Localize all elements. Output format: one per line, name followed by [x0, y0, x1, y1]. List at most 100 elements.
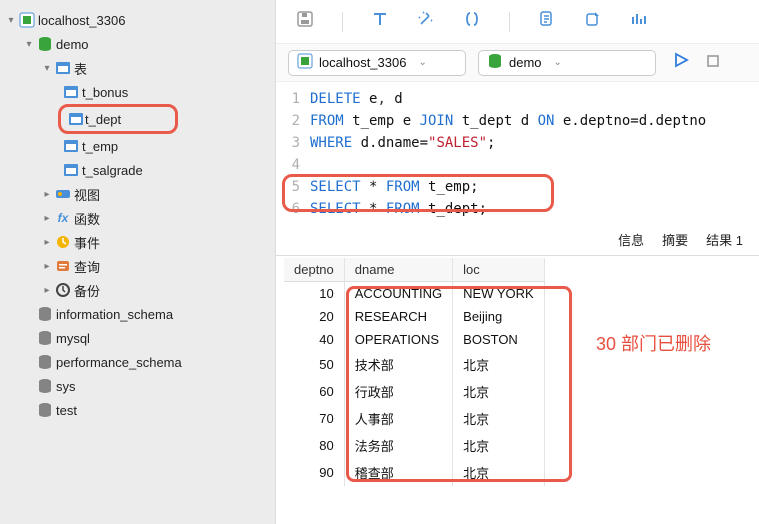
table-cell[interactable]: 稽查部 — [344, 459, 452, 486]
editor-toolbar — [276, 0, 759, 44]
text-tool-icon[interactable] — [371, 10, 389, 33]
code-text: DELETE e, d — [310, 88, 403, 110]
column-header[interactable]: deptno — [284, 258, 344, 282]
tables-folder[interactable]: ▾ 表 — [0, 56, 275, 80]
run-button[interactable] — [672, 51, 690, 74]
table-cell[interactable]: OPERATIONS — [344, 328, 452, 351]
code-line[interactable]: 4 — [276, 154, 759, 176]
connection-select[interactable]: localhost_3306 ⌄ — [288, 50, 466, 76]
table-cell[interactable]: 行政部 — [344, 378, 452, 405]
database-label: mysql — [56, 331, 90, 346]
chevron-right-icon: ▸ — [40, 237, 54, 248]
database-node[interactable]: mysql — [0, 326, 275, 350]
table-item[interactable]: t_bonus — [0, 80, 275, 104]
chevron-right-icon: ▸ — [40, 189, 54, 200]
table-cell[interactable]: NEW YORK — [453, 282, 545, 306]
table-row[interactable]: 50技术部北京 — [284, 351, 544, 378]
export-icon[interactable] — [584, 10, 602, 33]
table-icon — [62, 84, 80, 100]
table-cell[interactable]: Beijing — [453, 305, 545, 328]
chevron-down-icon: ⌄ — [554, 57, 562, 68]
table-row[interactable]: 20RESEARCHBeijing — [284, 305, 544, 328]
chart-icon[interactable] — [630, 10, 648, 33]
table-cell[interactable]: 北京 — [453, 459, 545, 486]
column-header[interactable]: loc — [453, 258, 545, 282]
table-header-row: deptnodnameloc — [284, 258, 544, 282]
chevron-right-icon: ▸ — [40, 285, 54, 296]
database-label: demo — [56, 37, 89, 52]
database-node[interactable]: ▾ demo — [0, 32, 275, 56]
database-icon — [36, 36, 54, 52]
tab-summary[interactable]: 摘要 — [662, 230, 688, 249]
table-cell[interactable]: 70 — [284, 405, 344, 432]
save-icon[interactable] — [296, 10, 314, 33]
tables-label: 表 — [74, 59, 87, 78]
table-row[interactable]: 70人事部北京 — [284, 405, 544, 432]
table-item-selected[interactable]: t_dept — [58, 104, 178, 134]
connection-node[interactable]: ▾ localhost_3306 — [0, 8, 275, 32]
sql-editor[interactable]: 1DELETE e, d2FROM t_emp e JOIN t_dept d … — [276, 82, 759, 220]
tab-result[interactable]: 结果 1 — [706, 230, 743, 249]
database-select-value: demo — [509, 55, 542, 70]
table-cell[interactable]: 20 — [284, 305, 344, 328]
table-cell[interactable]: 北京 — [453, 351, 545, 378]
brackets-icon[interactable] — [463, 10, 481, 33]
code-text: SELECT * FROM t_emp; — [310, 176, 479, 198]
table-row[interactable]: 10ACCOUNTINGNEW YORK — [284, 282, 544, 306]
table-cell[interactable]: 北京 — [453, 378, 545, 405]
table-cell[interactable]: 80 — [284, 432, 344, 459]
code-line[interactable]: 6SELECT * FROM t_dept; — [276, 198, 759, 220]
code-line[interactable]: 2FROM t_emp e JOIN t_dept d ON e.deptno=… — [276, 110, 759, 132]
table-cell[interactable]: 90 — [284, 459, 344, 486]
table-row[interactable]: 60行政部北京 — [284, 378, 544, 405]
database-node[interactable]: test — [0, 398, 275, 422]
table-cell[interactable]: 技术部 — [344, 351, 452, 378]
line-number: 1 — [276, 88, 310, 110]
table-cell[interactable]: 50 — [284, 351, 344, 378]
database-node[interactable]: sys — [0, 374, 275, 398]
results-table[interactable]: deptnodnameloc10ACCOUNTINGNEW YORK20RESE… — [284, 258, 545, 486]
database-node[interactable]: performance_schema — [0, 350, 275, 374]
code-line[interactable]: 5SELECT * FROM t_emp; — [276, 176, 759, 198]
events-icon — [54, 234, 72, 250]
table-cell[interactable]: 法务部 — [344, 432, 452, 459]
functions-folder[interactable]: ▸ fx 函数 — [0, 206, 275, 230]
stop-button[interactable] — [706, 52, 720, 73]
table-item[interactable]: t_emp — [0, 134, 275, 158]
backup-folder[interactable]: ▸ 备份 — [0, 278, 275, 302]
table-cell[interactable]: 60 — [284, 378, 344, 405]
code-text: WHERE d.dname="SALES"; — [310, 132, 495, 154]
table-cell[interactable]: 40 — [284, 328, 344, 351]
table-name: t_bonus — [82, 85, 128, 100]
database-label: information_schema — [56, 307, 173, 322]
database-node[interactable]: information_schema — [0, 302, 275, 326]
views-label: 视图 — [74, 185, 100, 204]
database-select[interactable]: demo ⌄ — [478, 50, 656, 76]
tab-info[interactable]: 信息 — [618, 230, 644, 249]
code-line[interactable]: 3WHERE d.dname="SALES"; — [276, 132, 759, 154]
table-cell[interactable]: 人事部 — [344, 405, 452, 432]
table-icon — [62, 162, 80, 178]
beautify-icon[interactable] — [417, 10, 435, 33]
events-folder[interactable]: ▸ 事件 — [0, 230, 275, 254]
functions-icon: fx — [54, 211, 72, 225]
line-number: 2 — [276, 110, 310, 132]
table-cell[interactable]: 10 — [284, 282, 344, 306]
table-cell[interactable]: BOSTON — [453, 328, 545, 351]
chevron-down-icon: ▾ — [4, 15, 18, 26]
code-line[interactable]: 1DELETE e, d — [276, 88, 759, 110]
table-cell[interactable]: 北京 — [453, 432, 545, 459]
table-cell[interactable]: RESEARCH — [344, 305, 452, 328]
table-row[interactable]: 90稽查部北京 — [284, 459, 544, 486]
table-row[interactable]: 80法务部北京 — [284, 432, 544, 459]
table-item[interactable]: t_salgrade — [0, 158, 275, 182]
table-cell[interactable]: 北京 — [453, 405, 545, 432]
table-cell[interactable]: ACCOUNTING — [344, 282, 452, 306]
code-text: FROM t_emp e JOIN t_dept d ON e.deptno=d… — [310, 110, 706, 132]
table-row[interactable]: 40OPERATIONSBOSTON — [284, 328, 544, 351]
column-header[interactable]: dname — [344, 258, 452, 282]
database-icon — [487, 53, 503, 72]
queries-folder[interactable]: ▸ 查询 — [0, 254, 275, 278]
snippet-icon[interactable] — [538, 10, 556, 33]
views-folder[interactable]: ▸ 视图 — [0, 182, 275, 206]
